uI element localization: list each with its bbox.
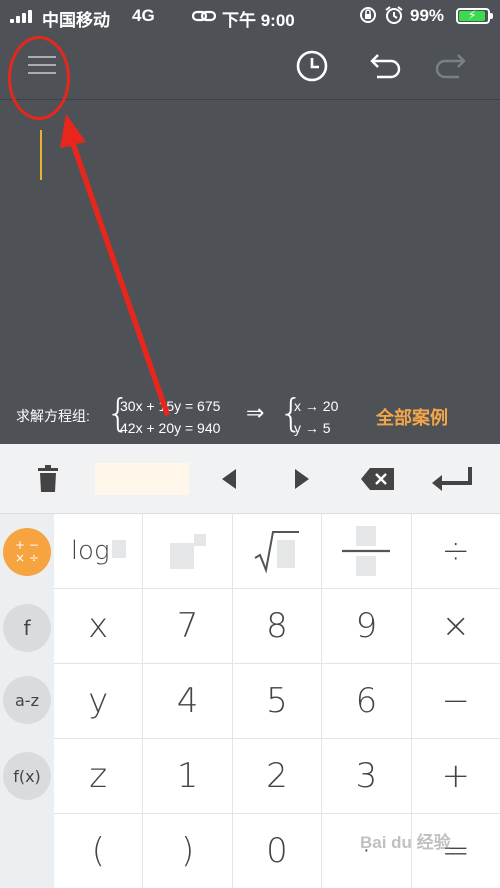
left-paren-key[interactable]: ( [54,814,143,888]
history-icon[interactable] [292,46,332,86]
digit-1-key[interactable]: 1 [143,739,232,813]
plus-key[interactable]: + [411,739,500,813]
y-key[interactable]: y [54,664,143,738]
digit-3-key[interactable]: 3 [322,739,411,813]
digit-9-key[interactable]: 9 [322,589,411,663]
expression-display[interactable]: 求解方程组: { 30x + 15y = 675 42x + 20y = 940… [0,100,500,444]
implies-symbol: ⇒ [246,400,265,425]
fraction-key[interactable] [322,514,411,588]
link-icon [191,7,217,30]
multiply-key[interactable]: × [411,589,500,663]
text-cursor [40,130,42,180]
example-label: 求解方程组: [16,408,90,424]
x-key[interactable]: x [54,589,143,663]
redo-icon[interactable] [430,46,470,86]
digit-4-key[interactable]: 4 [143,664,232,738]
enter-icon[interactable] [428,459,476,499]
z-key[interactable]: z [54,739,143,813]
left-arrow-icon[interactable] [212,459,246,499]
status-bar: 中国移动 4G 下午 9:00 99% ⚡ [0,0,500,32]
custom-function-mode-button[interactable]: f(x) [3,752,51,800]
keypad-mode-column: + − × ÷ f a-z f(x) [0,514,54,888]
log-key[interactable]: log [54,514,143,588]
digit-8-key[interactable]: 8 [232,589,322,663]
orientation-lock-icon [358,5,378,30]
trash-icon[interactable] [30,459,66,499]
equation-2: 42x + 20y = 940 [120,420,221,436]
watermark: Bai du 经验 [360,833,451,852]
network-type: 4G [132,6,155,25]
minus-key[interactable]: − [411,664,500,738]
right-paren-key[interactable]: ) [143,814,232,888]
undo-icon[interactable] [366,46,406,86]
power-key[interactable] [143,514,232,588]
signal-icon [10,9,32,23]
backspace-icon[interactable] [358,459,398,499]
digit-6-key[interactable]: 6 [322,664,411,738]
sqrt-icon [254,531,299,574]
carrier-name: 中国移动 [42,11,110,30]
sqrt-key[interactable] [232,514,322,588]
operators-mode-button[interactable]: + − × ÷ [3,528,51,576]
all-examples-link[interactable]: 全部案例 [376,404,448,430]
top-toolbar [0,32,500,100]
edit-bar [0,444,500,514]
right-arrow-icon[interactable] [285,459,319,499]
digit-7-key[interactable]: 7 [143,589,232,663]
battery-charging-icon: ⚡ [456,8,493,24]
digit-5-key[interactable]: 5 [232,664,322,738]
solution-x: x → 20 [294,398,339,414]
clock-time: 下午 9:00 [222,11,295,30]
equation-1: 30x + 15y = 675 [120,398,221,414]
variables-mode-button[interactable]: a-z [3,676,51,724]
solution-y: y → 5 [294,420,331,436]
function-mode-button[interactable]: f [3,604,51,652]
divide-key[interactable]: ÷ [411,514,500,588]
blank-slot [95,463,189,495]
digit-0-key[interactable]: 0 [232,814,322,888]
digit-2-key[interactable]: 2 [232,739,322,813]
log-key-label: log [70,536,110,566]
battery-percent: 99% [410,6,445,25]
example-equation-panel[interactable]: 求解方程组: { 30x + 15y = 675 42x + 20y = 940… [0,386,500,444]
fraction-icon [342,526,391,576]
alarm-icon [384,5,404,30]
